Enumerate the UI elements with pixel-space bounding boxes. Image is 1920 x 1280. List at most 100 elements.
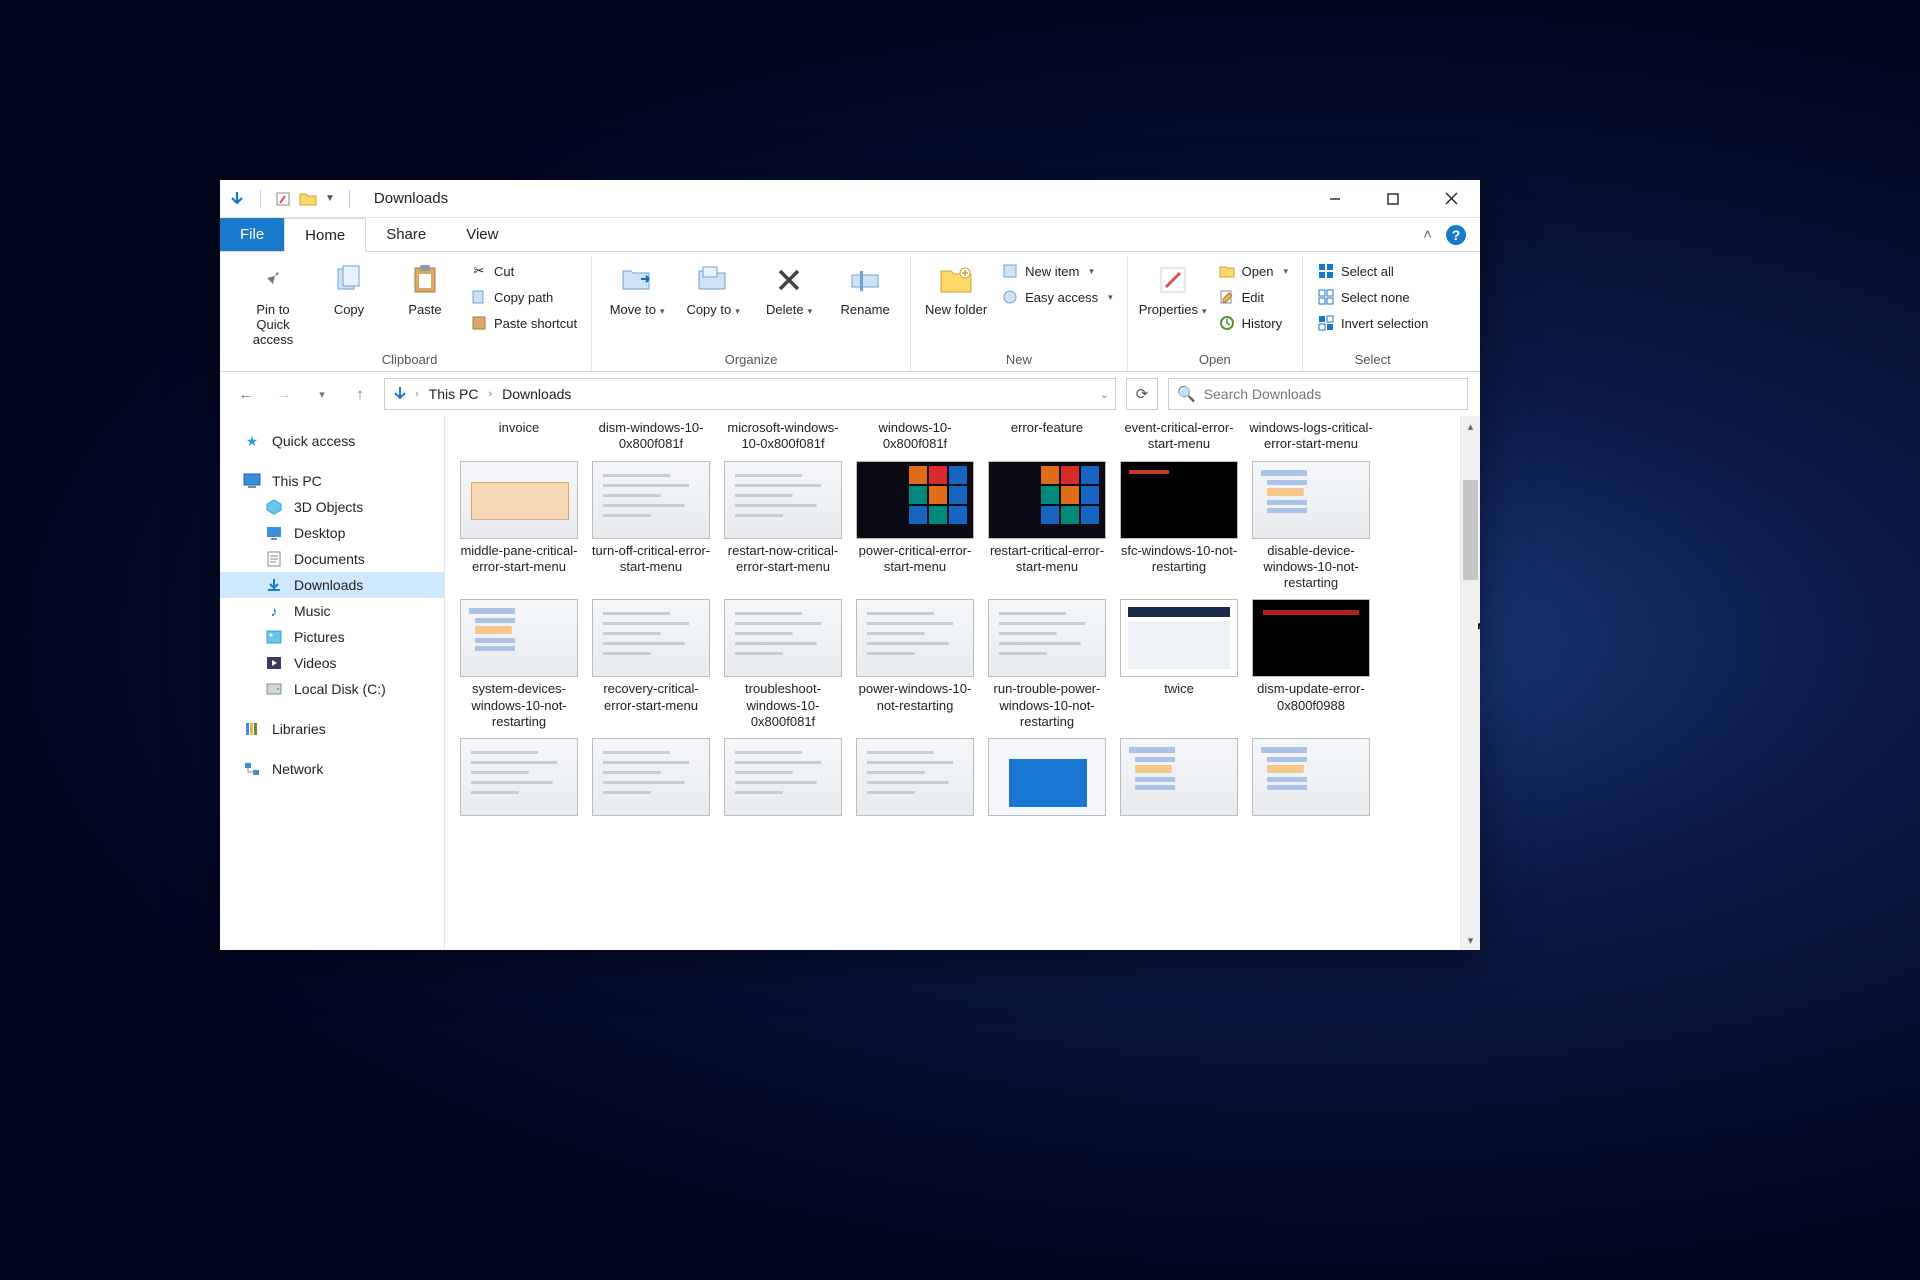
sidebar-item-network[interactable]: Network — [220, 756, 444, 782]
copy-to-icon — [695, 262, 731, 298]
sidebar-item-local-disk[interactable]: Local Disk (C:) — [220, 676, 444, 702]
address-dropdown-icon[interactable]: ⌄ — [1100, 388, 1109, 401]
sidebar-item-music[interactable]: ♪Music — [220, 598, 444, 624]
file-item[interactable]: system-devices-windows-10-not-restarting — [455, 599, 583, 730]
open-button[interactable]: Open — [1214, 260, 1292, 282]
file-item[interactable]: event-critical-error-start-menu — [1115, 420, 1243, 453]
move-to-button[interactable]: Move to — [602, 258, 672, 317]
tab-home[interactable]: Home — [284, 218, 366, 252]
copy-path-button[interactable]: Copy path — [466, 286, 581, 308]
file-item[interactable] — [1115, 738, 1243, 816]
help-icon[interactable]: ? — [1446, 225, 1466, 245]
thumbnail — [1252, 461, 1370, 539]
rename-button[interactable]: Rename — [830, 258, 900, 317]
breadcrumb-downloads[interactable]: Downloads — [498, 386, 575, 402]
file-item[interactable]: restart-critical-error-start-menu — [983, 461, 1111, 592]
pin-to-quick-access-button[interactable]: Pin to Quick access — [238, 258, 308, 347]
nav-back-button[interactable]: ← — [232, 380, 260, 408]
new-item-button[interactable]: New item — [997, 260, 1117, 282]
file-item[interactable]: windows-10-0x800f081f — [851, 420, 979, 453]
sidebar-item-desktop[interactable]: Desktop — [220, 520, 444, 546]
search-icon: 🔍 — [1177, 385, 1196, 403]
scroll-up-icon[interactable]: ▴ — [1461, 416, 1480, 436]
select-all-button[interactable]: Select all — [1313, 260, 1432, 282]
thumbnail — [988, 461, 1106, 539]
cut-button[interactable]: ✂Cut — [466, 260, 581, 282]
select-none-button[interactable]: Select none — [1313, 286, 1432, 308]
tab-file[interactable]: File — [220, 218, 284, 251]
pc-icon — [242, 472, 262, 490]
nav-forward-button[interactable]: → — [270, 380, 298, 408]
file-item[interactable]: error-feature — [983, 420, 1111, 453]
nav-recent-button[interactable]: ▾ — [308, 380, 336, 408]
scroll-down-icon[interactable]: ▾ — [1461, 930, 1480, 950]
search-box[interactable]: 🔍 — [1168, 378, 1468, 410]
file-item[interactable]: dism-windows-10-0x800f081f — [587, 420, 715, 453]
sidebar-item-downloads[interactable]: Downloads — [220, 572, 444, 598]
search-input[interactable] — [1204, 386, 1459, 402]
file-item[interactable] — [1247, 738, 1375, 816]
file-item[interactable]: microsoft-windows-10-0x800f081f — [719, 420, 847, 453]
nav-bar: ← → ▾ ↑ › This PC › Downloads ⌄ ⟳ 🔍 — [220, 372, 1480, 416]
file-item[interactable]: power-windows-10-not-restarting — [851, 599, 979, 730]
sidebar-item-this-pc[interactable]: This PC — [220, 468, 444, 494]
file-grid[interactable]: invoice dism-windows-10-0x800f081f micro… — [445, 416, 1460, 950]
sidebar-item-videos[interactable]: Videos — [220, 650, 444, 676]
qat-folder-icon[interactable] — [299, 191, 317, 207]
address-bar[interactable]: › This PC › Downloads ⌄ — [384, 378, 1116, 410]
file-item[interactable]: dism-update-error-0x800f0988 — [1247, 599, 1375, 730]
sidebar-item-quick-access[interactable]: ★Quick access — [220, 428, 444, 454]
file-item[interactable]: twice — [1115, 599, 1243, 730]
vertical-scrollbar[interactable]: ▴ ▾ — [1460, 416, 1480, 950]
new-folder-icon — [938, 262, 974, 298]
file-item[interactable]: restart-now-critical-error-start-menu — [719, 461, 847, 592]
invert-selection-button[interactable]: Invert selection — [1313, 312, 1432, 334]
qat-dropdown-icon[interactable]: ▼ — [325, 193, 335, 204]
refresh-button[interactable]: ⟳ — [1126, 378, 1158, 410]
file-item[interactable]: sfc-windows-10-not-restarting — [1115, 461, 1243, 592]
sidebar-item-3d-objects[interactable]: 3D Objects — [220, 494, 444, 520]
sidebar-item-pictures[interactable]: Pictures — [220, 624, 444, 650]
sidebar-item-libraries[interactable]: Libraries — [220, 716, 444, 742]
edit-icon — [1218, 288, 1236, 306]
thumbnail — [592, 599, 710, 677]
copy-to-button[interactable]: Copy to — [678, 258, 748, 317]
copy-button[interactable]: Copy — [314, 258, 384, 317]
properties-button[interactable]: Properties — [1138, 258, 1208, 317]
file-item[interactable]: power-critical-error-start-menu — [851, 461, 979, 592]
file-item[interactable]: turn-off-critical-error-start-menu — [587, 461, 715, 592]
file-item[interactable] — [587, 738, 715, 816]
file-item[interactable]: disable-device-windows-10-not-restarting — [1247, 461, 1375, 592]
collapse-ribbon-icon[interactable]: ˄ — [1423, 226, 1432, 243]
tab-view[interactable]: View — [446, 218, 518, 251]
minimize-button[interactable] — [1306, 180, 1364, 218]
file-item[interactable] — [851, 738, 979, 816]
paste-button[interactable]: Paste — [390, 258, 460, 317]
edit-button[interactable]: Edit — [1214, 286, 1292, 308]
easy-access-button[interactable]: Easy access — [997, 286, 1117, 308]
file-item[interactable]: run-trouble-power-windows-10-not-restart… — [983, 599, 1111, 730]
history-button[interactable]: History — [1214, 312, 1292, 334]
sidebar-item-documents[interactable]: Documents — [220, 546, 444, 572]
file-item[interactable]: middle-pane-critical-error-start-menu — [455, 461, 583, 592]
address-folder-icon — [391, 385, 409, 403]
close-button[interactable] — [1422, 180, 1480, 218]
maximize-button[interactable] — [1364, 180, 1422, 218]
new-folder-button[interactable]: New folder — [921, 258, 991, 317]
breadcrumb-this-pc[interactable]: This PC — [425, 386, 483, 402]
qat-down-icon[interactable] — [228, 190, 246, 208]
file-item[interactable] — [983, 738, 1111, 816]
nav-up-button[interactable]: ↑ — [346, 380, 374, 408]
qat-properties-icon[interactable] — [275, 191, 291, 207]
delete-button[interactable]: Delete — [754, 258, 824, 317]
paste-shortcut-button[interactable]: Paste shortcut — [466, 312, 581, 334]
scrollbar-thumb[interactable] — [1463, 480, 1478, 580]
tab-share[interactable]: Share — [366, 218, 446, 251]
file-item[interactable] — [719, 738, 847, 816]
file-item[interactable] — [455, 738, 583, 816]
file-item[interactable]: windows-logs-critical-error-start-menu — [1247, 420, 1375, 453]
file-item[interactable]: troubleshoot-windows-10-0x800f081f — [719, 599, 847, 730]
new-item-icon — [1001, 262, 1019, 280]
file-item[interactable]: invoice — [455, 420, 583, 453]
file-item[interactable]: recovery-critical-error-start-menu — [587, 599, 715, 730]
